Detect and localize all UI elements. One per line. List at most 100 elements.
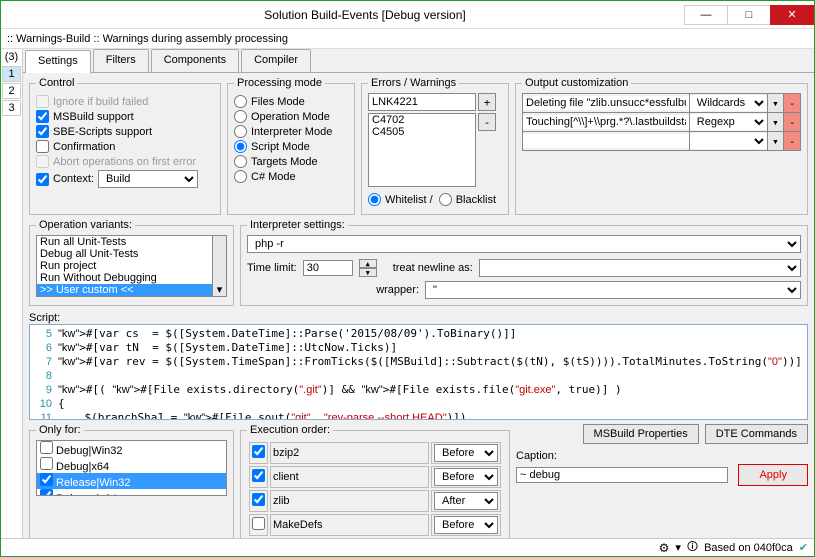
variant-item[interactable]: Run project — [37, 260, 212, 272]
window-title: Solution Build-Events [Debug version] — [45, 8, 685, 22]
onlyfor-item[interactable]: Debug|x64 — [37, 457, 226, 473]
control-legend: Control — [36, 77, 77, 89]
blacklist-radio[interactable] — [439, 193, 452, 206]
context-select[interactable]: Build — [98, 170, 198, 188]
tab-compiler[interactable]: Compiler — [241, 49, 311, 72]
event-index-2[interactable]: 2 — [2, 83, 21, 99]
error-item[interactable]: C4505 — [369, 126, 475, 138]
event-count: (3) — [1, 49, 22, 65]
exec-checkbox[interactable] — [252, 493, 265, 506]
time-down-button[interactable]: ▼ — [359, 268, 377, 277]
onlyfor-checkbox[interactable] — [40, 441, 53, 454]
only-for-list[interactable]: Debug|Win32 Debug|x64 Release|Win32 Rele… — [36, 440, 227, 496]
variants-dropdown-button[interactable]: ▾ — [213, 235, 227, 297]
execution-order-group: Execution order: bzip2BeforeclientBefore… — [240, 424, 510, 538]
mode-radio-5[interactable] — [234, 170, 247, 183]
tab-filters[interactable]: Filters — [93, 49, 149, 72]
exec-checkbox[interactable] — [252, 445, 265, 458]
sbe-scripts-checkbox[interactable] — [36, 125, 49, 138]
output-legend: Output customization — [522, 77, 631, 89]
apply-button[interactable]: Apply — [738, 464, 808, 486]
exec-when-select[interactable]: Before — [434, 444, 498, 462]
checkmark-icon: ✔ — [799, 541, 808, 554]
caption-label: Caption: — [516, 450, 808, 462]
msbuild-properties-button[interactable]: MSBuild Properties — [583, 424, 699, 444]
mode-radio-0[interactable] — [234, 95, 247, 108]
output-row-dropdown[interactable]: ▾ — [768, 132, 784, 150]
gear-dropdown-icon[interactable]: ▾ — [675, 541, 681, 554]
context-checkbox[interactable] — [36, 173, 49, 186]
newline-select[interactable] — [479, 259, 801, 277]
wrapper-select[interactable]: " — [425, 281, 801, 299]
output-row-remove-button[interactable]: - — [784, 132, 800, 150]
error-codes-list[interactable]: C4702C4505 — [368, 113, 476, 187]
variants-list[interactable]: Run all Unit-TestsDebug all Unit-TestsRu… — [36, 235, 213, 297]
exec-when-select[interactable]: After — [434, 492, 498, 510]
output-customization-group: Output customization Wildcards▾-Regexp▾-… — [515, 77, 808, 215]
script-editor[interactable]: 5"kw">#[var cs = $([System.DateTime]::Pa… — [29, 324, 808, 420]
event-index-strip: (3) 123 — [1, 49, 23, 538]
info-icon[interactable]: 🛈 — [687, 538, 698, 557]
breadcrumb: :: Warnings-Build :: Warnings during ass… — [1, 29, 814, 49]
maximize-button[interactable]: □ — [727, 5, 771, 25]
errors-warnings-group: Errors / Warnings + C4702C4505 - Whiteli… — [361, 77, 509, 215]
output-mode-select[interactable]: Regexp — [690, 114, 767, 130]
whitelist-radio[interactable] — [368, 193, 381, 206]
mode-radio-3[interactable] — [234, 140, 247, 153]
output-row-remove-button[interactable]: - — [784, 113, 800, 131]
minimize-button[interactable]: — — [684, 5, 728, 25]
onlyfor-checkbox[interactable] — [40, 457, 53, 470]
onlyfor-item[interactable]: Debug|Win32 — [37, 441, 226, 457]
mode-radio-1[interactable] — [234, 110, 247, 123]
only-for-group: Only for: Debug|Win32 Debug|x64 Release|… — [29, 424, 234, 538]
mode-radio-2[interactable] — [234, 125, 247, 138]
event-index-3[interactable]: 3 — [2, 100, 21, 116]
error-item[interactable]: C4702 — [369, 114, 475, 126]
gear-icon[interactable]: ⚙ — [659, 541, 670, 555]
variants-legend: Operation variants: — [36, 219, 135, 231]
variant-item[interactable]: Run Without Debugging — [37, 272, 212, 284]
tab-components[interactable]: Components — [151, 49, 239, 72]
output-row-dropdown[interactable]: ▾ — [768, 94, 784, 112]
output-mode-select[interactable]: Wildcards — [690, 95, 767, 111]
output-row-remove-button[interactable]: - — [784, 94, 800, 112]
output-mode-select[interactable] — [690, 133, 767, 149]
onlyfor-checkbox[interactable] — [40, 473, 53, 486]
exec-name: MakeDefs — [270, 514, 429, 536]
event-index-1[interactable]: 1 — [2, 66, 21, 82]
close-button[interactable]: ✕ — [770, 5, 814, 25]
caption-input[interactable] — [516, 467, 728, 483]
processing-mode-group: Processing mode Files ModeOperation Mode… — [227, 77, 355, 215]
time-limit-input[interactable] — [303, 260, 353, 276]
status-bar: ⚙ ▾ 🛈 Based on 040f0ca ✔ — [1, 538, 814, 556]
error-add-button[interactable]: + — [478, 93, 496, 111]
errors-legend: Errors / Warnings — [368, 77, 459, 89]
operation-variants-group: Operation variants: Run all Unit-TestsDe… — [29, 219, 234, 306]
confirmation-checkbox[interactable] — [36, 140, 49, 153]
output-row-dropdown[interactable]: ▾ — [768, 113, 784, 131]
onlyfor-item[interactable]: Release|Win32 — [37, 473, 226, 489]
onlyfor-item[interactable]: Release|x64 — [37, 489, 226, 496]
output-pattern-input[interactable] — [523, 134, 689, 148]
time-up-button[interactable]: ▲ — [359, 259, 377, 268]
exec-checkbox[interactable] — [252, 469, 265, 482]
output-pattern-input[interactable] — [523, 96, 689, 110]
dte-commands-button[interactable]: DTE Commands — [705, 424, 808, 444]
interpreter-cmd-select[interactable]: php -r — [247, 235, 801, 253]
exec-when-select[interactable]: Before — [434, 516, 498, 534]
processing-legend: Processing mode — [234, 77, 325, 89]
exec-when-select[interactable]: Before — [434, 468, 498, 486]
tab-settings[interactable]: Settings — [25, 50, 91, 73]
msbuild-support-checkbox[interactable] — [36, 110, 49, 123]
exec-order-legend: Execution order: — [247, 424, 333, 436]
mode-radio-4[interactable] — [234, 155, 247, 168]
control-group: Control Ignore if build failed MSBuild s… — [29, 77, 221, 215]
onlyfor-checkbox[interactable] — [40, 489, 53, 496]
variant-item[interactable]: Debug all Unit-Tests — [37, 248, 212, 260]
error-remove-button[interactable]: - — [478, 113, 496, 131]
variant-item[interactable]: >> User custom << — [37, 284, 212, 296]
exec-checkbox[interactable] — [252, 517, 265, 530]
output-pattern-input[interactable] — [523, 115, 689, 129]
error-code-input[interactable] — [368, 93, 476, 111]
variant-item[interactable]: Run all Unit-Tests — [37, 236, 212, 248]
